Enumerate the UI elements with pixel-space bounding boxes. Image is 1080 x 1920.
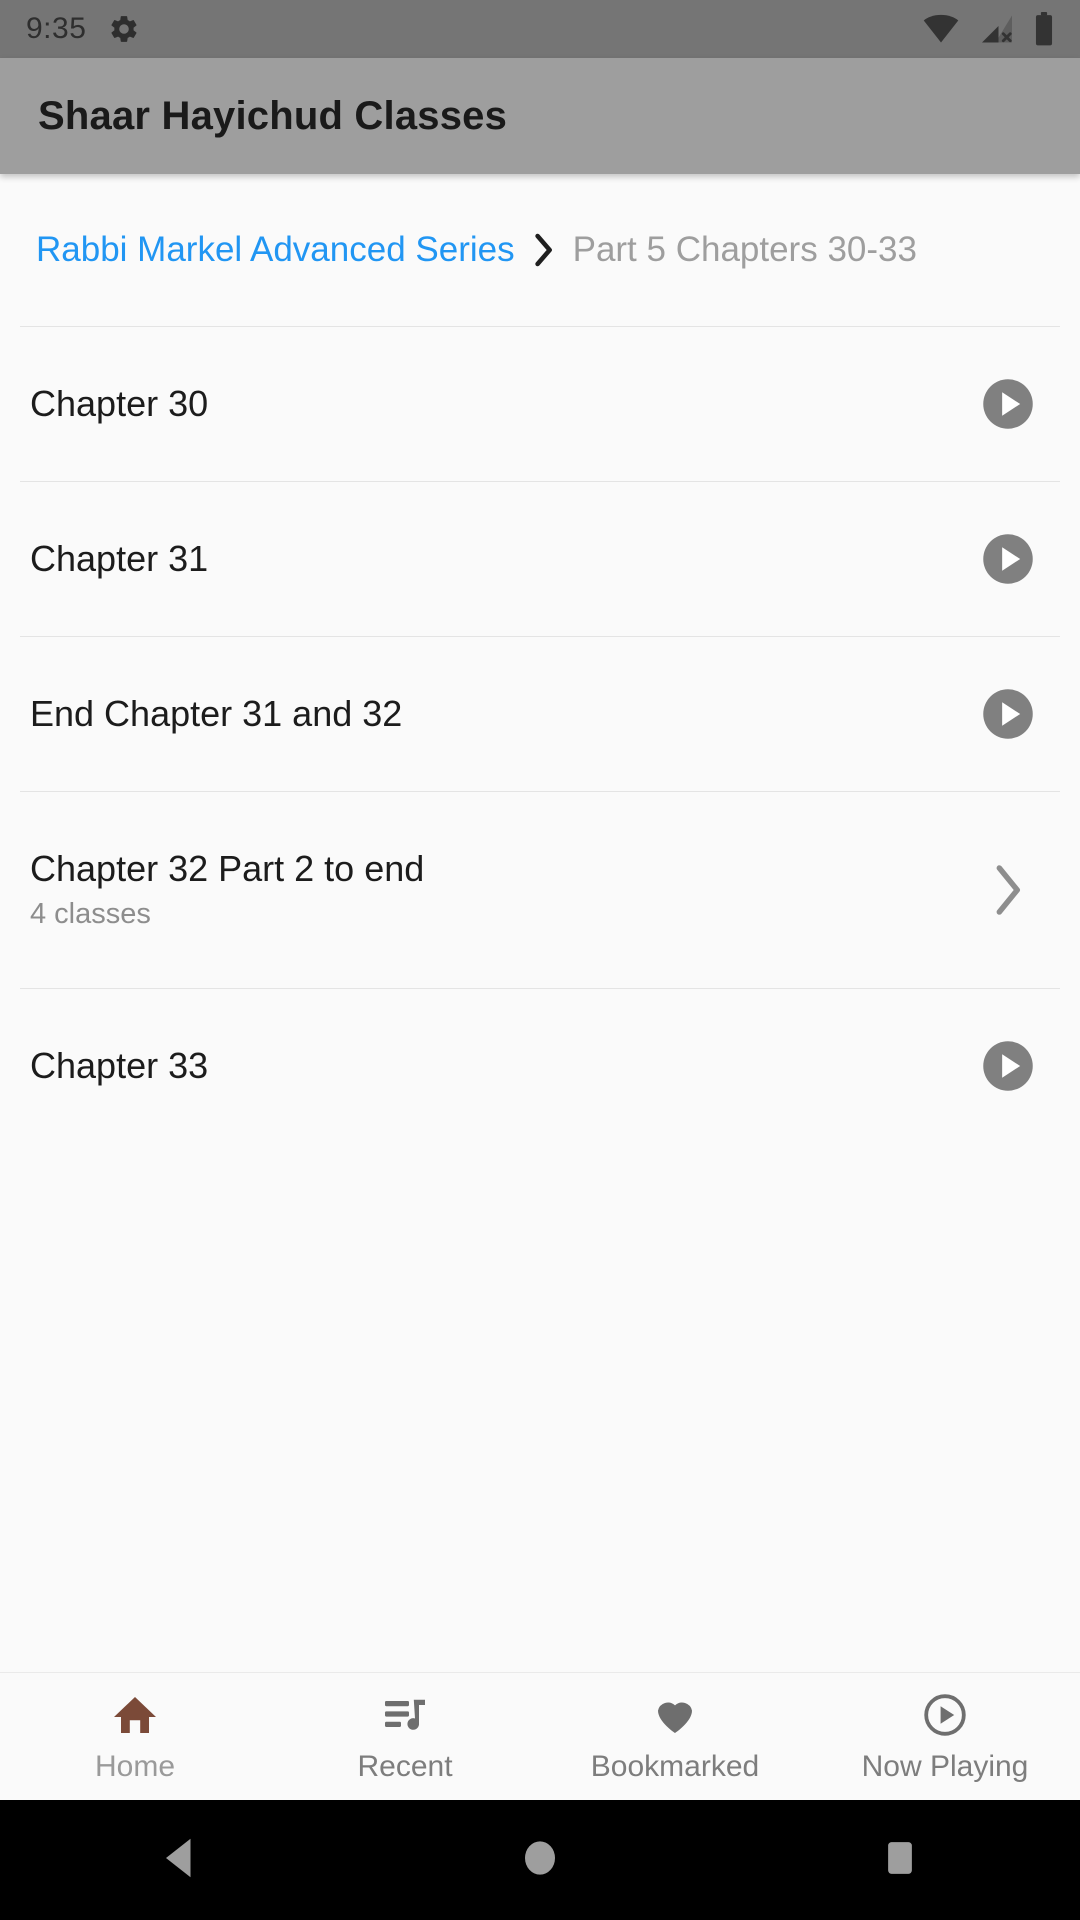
list-item[interactable]: Chapter 32 Part 2 to end 4 classes: [0, 792, 1080, 988]
status-bar-right: [922, 12, 1054, 46]
battery-icon: [1034, 12, 1054, 46]
home-circle-icon: [520, 1835, 560, 1886]
cellular-no-sim-icon: [978, 14, 1016, 44]
phone-screen: 9:35 Shaar Hayichud Classes Rabbi Markel…: [0, 0, 1080, 1920]
recents-square-icon: [881, 1836, 919, 1885]
list-item[interactable]: End Chapter 31 and 32: [0, 637, 1080, 791]
play-button[interactable]: [972, 1039, 1044, 1093]
play-icon: [983, 689, 1033, 739]
back-triangle-icon: [159, 1835, 201, 1886]
breadcrumb-current: Part 5 Chapters 30-33: [572, 230, 917, 269]
queue-music-icon: [381, 1690, 429, 1740]
list-item-title: Chapter 31: [30, 537, 209, 579]
wifi-icon: [922, 14, 960, 44]
play-icon: [983, 379, 1033, 429]
bottom-navigation: Home Recent Bookmarked Now Playing: [0, 1672, 1080, 1800]
nav-item-home[interactable]: Home: [0, 1673, 270, 1800]
list-item-text: Chapter 33: [30, 1044, 952, 1086]
list-item-text: Chapter 30: [30, 382, 952, 424]
play-icon: [983, 534, 1033, 584]
android-navigation-bar: [0, 1800, 1080, 1920]
list-item-subtitle: 4 classes: [30, 898, 151, 931]
page-title: Shaar Hayichud Classes: [38, 93, 508, 138]
nav-label-now-playing: Now Playing: [861, 1749, 1029, 1783]
chevron-right-icon: [996, 865, 1020, 915]
chevron-right-icon: [533, 233, 555, 267]
nav-item-recent[interactable]: Recent: [270, 1673, 540, 1800]
list-item-title: Chapter 30: [30, 382, 209, 424]
gear-icon: [108, 13, 140, 45]
nav-label-bookmarked: Bookmarked: [590, 1749, 760, 1783]
play-circle-outline-icon: [921, 1690, 969, 1740]
status-bar: 9:35: [0, 0, 1080, 58]
nav-item-now-playing[interactable]: Now Playing: [810, 1673, 1080, 1800]
breadcrumb: Rabbi Markel Advanced Series Part 5 Chap…: [0, 174, 1080, 326]
breadcrumb-parent-link[interactable]: Rabbi Markel Advanced Series: [36, 230, 515, 270]
nav-label-recent: Recent: [357, 1749, 453, 1783]
list-item[interactable]: Chapter 33: [0, 989, 1080, 1143]
nav-item-bookmarked[interactable]: Bookmarked: [540, 1673, 810, 1800]
list-item-title: Chapter 32 Part 2 to end: [30, 847, 425, 889]
app-bar: Shaar Hayichud Classes: [0, 58, 1080, 174]
android-back-button[interactable]: [90, 1800, 270, 1920]
list-item-text: Chapter 32 Part 2 to end 4 classes: [30, 847, 952, 931]
nav-label-home: Home: [94, 1749, 176, 1783]
list-item-title: Chapter 33: [30, 1044, 209, 1086]
home-icon: [111, 1690, 159, 1740]
list-item-text: Chapter 31: [30, 537, 952, 579]
play-icon: [983, 1041, 1033, 1091]
list-item[interactable]: Chapter 31: [0, 482, 1080, 636]
android-home-button[interactable]: [450, 1800, 630, 1920]
heart-icon: [651, 1690, 699, 1740]
status-bar-left: 9:35: [26, 12, 140, 46]
open-folder-button[interactable]: [972, 864, 1044, 916]
play-button[interactable]: [972, 687, 1044, 741]
list-item-title: End Chapter 31 and 32: [30, 692, 403, 734]
play-button[interactable]: [972, 377, 1044, 431]
list-item-text: End Chapter 31 and 32: [30, 692, 952, 734]
play-button[interactable]: [972, 532, 1044, 586]
android-recents-button[interactable]: [810, 1800, 990, 1920]
status-clock: 9:35: [26, 12, 87, 45]
list-item[interactable]: Chapter 30: [0, 327, 1080, 481]
content-area: Rabbi Markel Advanced Series Part 5 Chap…: [0, 174, 1080, 1672]
